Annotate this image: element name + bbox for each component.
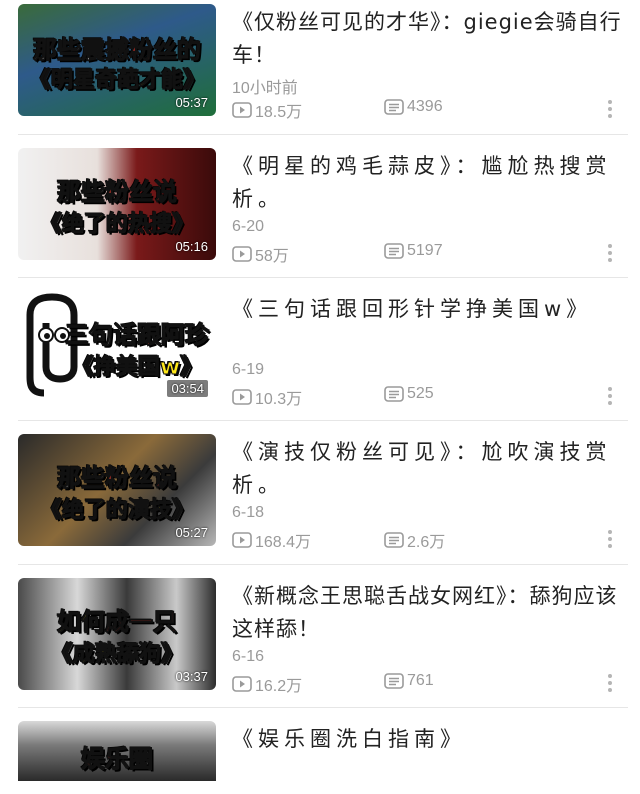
play-count-icon	[232, 389, 252, 405]
danmaku-icon	[384, 673, 404, 689]
caption-highlight: 粉丝说	[105, 464, 178, 493]
video-item[interactable]: 那些粉丝说 《绝了的热搜》 05:16 《明星的鸡毛蒜皮》：尴尬热搜赏析。 6-…	[0, 148, 640, 278]
video-duration: 03:37	[175, 669, 208, 684]
video-title[interactable]: 《新概念王思聪舌战女网红》：舔狗应该这样舔！	[232, 580, 627, 646]
divider	[18, 134, 628, 135]
danmaku-count: 761	[384, 672, 434, 690]
caption-text: 那些	[57, 178, 106, 207]
video-title[interactable]: 《三句话跟回形针学挣美国w》	[232, 293, 627, 326]
divider	[18, 707, 628, 708]
caption-subtitle: 《挣美国w》	[71, 355, 203, 381]
upload-date: 6-20	[232, 218, 265, 235]
caption-subtitle: 《绝了的演技》	[39, 498, 194, 524]
caption-highlight: 娱乐圈	[81, 745, 154, 774]
danmaku-icon	[384, 532, 404, 548]
video-thumbnail[interactable]: 那些粉丝说 《绝了的热搜》 05:16	[18, 148, 216, 260]
more-vertical-icon[interactable]	[604, 242, 616, 264]
video-title[interactable]: 《娱乐圈洗白指南》	[232, 723, 627, 756]
video-thumbnail[interactable]: 如何成一只 《成熟舔狗》 03:37	[18, 578, 216, 690]
play-count: 58万	[232, 242, 289, 266]
play-count: 10.3万	[232, 385, 302, 409]
more-vertical-icon[interactable]	[604, 528, 616, 550]
video-title[interactable]: 《明星的鸡毛蒜皮》：尴尬热搜赏析。	[232, 150, 627, 216]
play-count-icon	[232, 102, 252, 118]
play-count: 168.4万	[232, 528, 311, 552]
caption-subtitle: 《成熟舔狗》	[50, 642, 183, 668]
divider	[18, 564, 628, 565]
video-duration: 05:27	[175, 525, 208, 540]
video-title[interactable]: 《演技仅粉丝可见》：尬吹演技赏析。	[232, 436, 627, 502]
video-thumbnail[interactable]: 那些粉丝说 《绝了的演技》 05:27	[18, 434, 216, 546]
upload-date: 10小时前	[232, 80, 298, 97]
caption-text: 三句话	[65, 321, 138, 350]
caption-highlight: 粉丝的	[129, 36, 202, 65]
danmaku-count: 2.6万	[384, 528, 445, 552]
more-vertical-icon[interactable]	[604, 385, 616, 407]
caption-subtitle: 《明星奇葩才能》	[28, 68, 205, 94]
video-item[interactable]: 那些震撼粉丝的 《明星奇葩才能》 05:37 《仅粉丝可见的才华》：giegie…	[0, 4, 640, 134]
video-item[interactable]: 如何成一只 《成熟舔狗》 03:37 《新概念王思聪舌战女网红》：舔狗应该这样舔…	[0, 578, 640, 708]
video-duration: 03:54	[167, 380, 208, 397]
video-thumbnail[interactable]: 那些震撼粉丝的 《明星奇葩才能》 05:37	[18, 4, 216, 116]
danmaku-count: 525	[384, 385, 434, 403]
video-item[interactable]: 那些粉丝说 《绝了的演技》 05:27 《演技仅粉丝可见》：尬吹演技赏析。 6-…	[0, 434, 640, 564]
caption-text: 那些震撼	[33, 36, 130, 65]
video-thumbnail[interactable]: 娱乐圈	[18, 721, 216, 781]
more-vertical-icon[interactable]	[604, 98, 616, 120]
play-count: 16.2万	[232, 672, 302, 696]
danmaku-icon	[384, 243, 404, 259]
danmaku-icon	[384, 99, 404, 115]
upload-date: 6-16	[232, 648, 265, 665]
video-duration: 05:37	[175, 95, 208, 110]
video-item[interactable]: 娱乐圈 《娱乐圈洗白指南》	[0, 721, 640, 794]
danmaku-icon	[384, 386, 404, 402]
caption-text: 如何	[57, 608, 106, 637]
video-thumbnail[interactable]: 三句话跟阿珍 《挣美国w》 03:54	[18, 291, 216, 403]
divider	[18, 277, 628, 278]
upload-date: 6-19	[232, 361, 265, 378]
play-count-icon	[232, 246, 252, 262]
caption-highlight: 粉丝说	[105, 178, 178, 207]
video-title[interactable]: 《仅粉丝可见的才华》：giegie会骑自行车！	[232, 6, 627, 72]
caption-highlight: 成一只	[105, 608, 178, 637]
play-count-icon	[232, 676, 252, 692]
upload-date: 6-18	[232, 504, 265, 521]
divider	[18, 420, 628, 421]
danmaku-count: 5197	[384, 242, 443, 260]
play-count-icon	[232, 532, 252, 548]
danmaku-count: 4396	[384, 98, 443, 116]
caption-text: 那些	[57, 464, 106, 493]
more-vertical-icon[interactable]	[604, 672, 616, 694]
play-count: 18.5万	[232, 98, 302, 122]
caption-subtitle: 《绝了的热搜》	[39, 212, 194, 238]
video-duration: 05:16	[175, 239, 208, 254]
caption-highlight: 跟阿珍	[137, 321, 210, 350]
video-item[interactable]: 三句话跟阿珍 《挣美国w》 03:54 《三句话跟回形针学挣美国w》 6-19 …	[0, 291, 640, 421]
